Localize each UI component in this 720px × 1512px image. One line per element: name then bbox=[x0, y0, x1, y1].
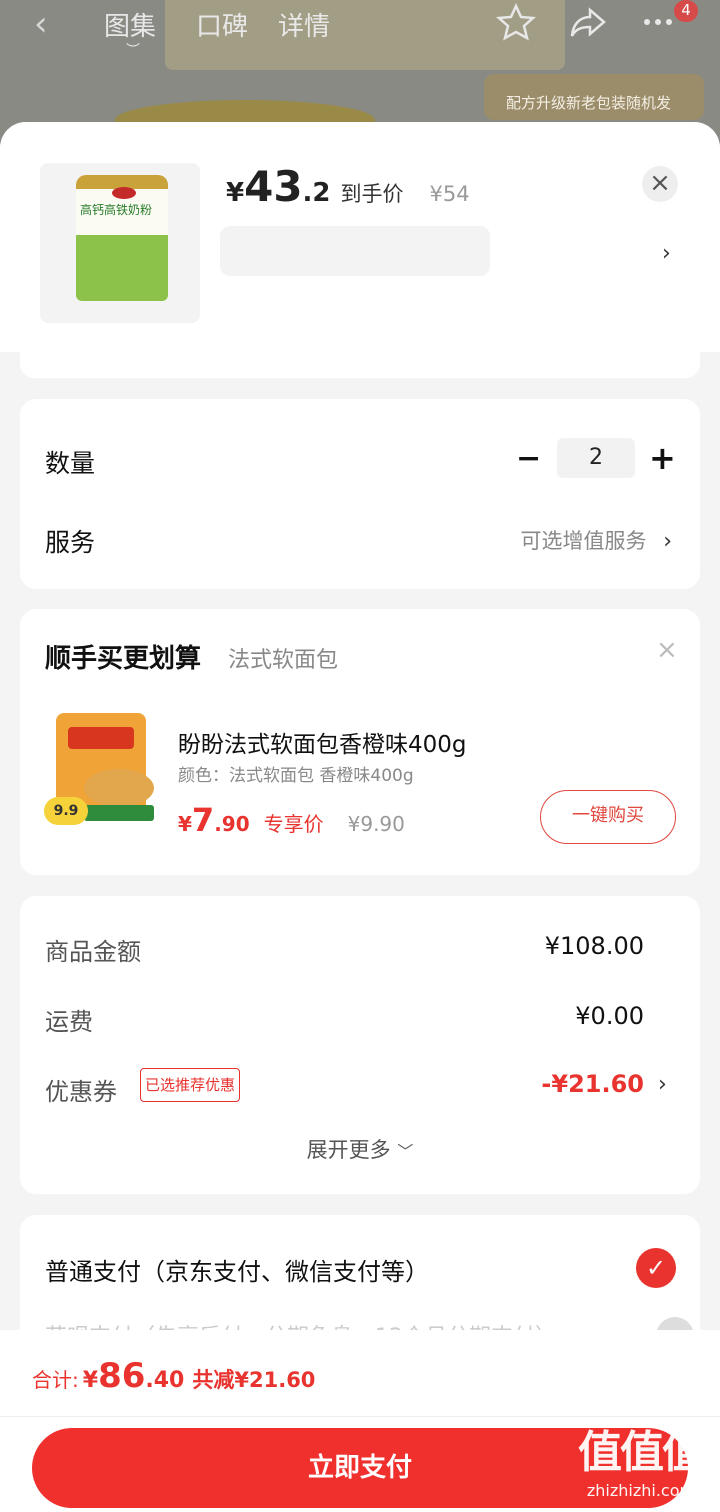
coupon-label: 优惠券 bbox=[45, 1078, 117, 1106]
price-badge: 9.9 bbox=[44, 797, 88, 825]
expand-more-button[interactable]: 展开更多 ﹀ bbox=[20, 1134, 700, 1164]
price-decimal: .2 bbox=[302, 178, 331, 208]
bread-banner bbox=[84, 805, 154, 821]
chevron-down-icon: ﹀ bbox=[397, 1142, 414, 1161]
price-decimal: .90 bbox=[214, 812, 250, 836]
service-value: 可选增值服务 bbox=[520, 529, 647, 553]
price-integer: 43 bbox=[244, 162, 303, 211]
quick-buy-button[interactable]: 一键购买 bbox=[540, 790, 676, 844]
share-icon[interactable] bbox=[568, 2, 608, 42]
bread-label bbox=[68, 727, 134, 749]
price-label: 专享价 bbox=[263, 812, 324, 836]
total-decimal: .40 bbox=[145, 1368, 185, 1393]
quantity-label: 数量 bbox=[45, 449, 96, 478]
tab-gallery[interactable]: 图集 bbox=[104, 6, 156, 43]
price-currency: ¥ bbox=[226, 178, 245, 208]
goods-amount-value: ¥108.00 bbox=[544, 932, 644, 960]
tab-reviews[interactable]: 口碑 bbox=[196, 6, 248, 43]
quantity-plus-button[interactable]: + bbox=[649, 439, 676, 477]
promo-tag: 配方升级新老包装随机发 bbox=[484, 74, 704, 120]
more-icon[interactable] bbox=[638, 2, 678, 42]
brand-logo bbox=[112, 187, 136, 199]
recommend-card: 顺手买更划算 法式软面包 × 9.9 盼盼法式软面包香橙味400g 颜色：法式软… bbox=[20, 609, 700, 875]
recommend-price: ¥ 7 .90 专享价 ¥9.90 bbox=[178, 801, 405, 839]
coupon-tag: 已选推荐优惠 bbox=[140, 1068, 241, 1102]
product-thumbnail[interactable]: 高钙高铁奶粉 bbox=[40, 163, 200, 323]
chevron-right-icon[interactable]: › bbox=[658, 1072, 667, 1097]
freight-label: 运费 bbox=[45, 1008, 93, 1036]
divider bbox=[0, 1416, 720, 1417]
price-integer: 7 bbox=[191, 801, 215, 839]
site-watermark: 值值值 zhizhizhi.com bbox=[566, 1424, 716, 1500]
price-currency: ¥ bbox=[178, 812, 192, 836]
recommend-product-spec: 颜色：法式软面包 香橙味400g bbox=[178, 766, 414, 786]
chevron-right-icon[interactable]: › bbox=[662, 241, 671, 266]
total-currency: ¥ bbox=[82, 1368, 99, 1393]
tab-indicator: ︶ bbox=[126, 43, 140, 59]
expand-more-label: 展开更多 bbox=[306, 1138, 391, 1162]
order-total: 合计: ¥ 86 .40 共减¥21.60 bbox=[32, 1356, 315, 1396]
close-icon[interactable]: × bbox=[656, 635, 678, 665]
original-price: ¥9.90 bbox=[347, 812, 405, 836]
watermark-logo: 值值值 bbox=[578, 1427, 706, 1478]
recommend-title: 顺手买更划算 bbox=[45, 644, 202, 674]
top-nav: ‹ 图集 ︶ 口碑 详情 4 bbox=[0, 0, 720, 59]
back-icon[interactable]: ‹ bbox=[34, 4, 48, 44]
cart-badge: 4 bbox=[674, 0, 698, 22]
bread-loaf bbox=[84, 769, 154, 807]
total-integer: 86 bbox=[98, 1356, 146, 1396]
quantity-input[interactable]: 2 bbox=[557, 438, 635, 478]
total-saved: 共减¥21.60 bbox=[192, 1368, 316, 1392]
quantity-service-card: 数量 − 2 + 服务 可选增值服务 › bbox=[20, 399, 700, 589]
recommend-product-name[interactable]: 盼盼法式软面包香橙味400g bbox=[178, 725, 467, 759]
check-icon[interactable]: ✓ bbox=[636, 1248, 676, 1288]
quantity-minus-button[interactable]: − bbox=[516, 441, 541, 476]
original-price: ¥54 bbox=[429, 182, 470, 206]
bread-product-image[interactable]: 9.9 bbox=[44, 713, 162, 825]
freight-value: ¥0.00 bbox=[575, 1002, 644, 1030]
tab-details[interactable]: 详情 bbox=[278, 6, 330, 43]
coupon-value[interactable]: -¥21.60 bbox=[541, 1070, 644, 1098]
recommend-subtitle: 法式软面包 bbox=[228, 648, 339, 673]
blurred-product-title bbox=[220, 226, 490, 276]
total-label: 合计: bbox=[32, 1368, 79, 1392]
close-icon[interactable]: × bbox=[642, 166, 678, 202]
checkout-sheet: 高钙高铁奶粉 ¥ 43 .2 到手价 ¥54 × › 数量 − 2 + 服务 可… bbox=[0, 122, 720, 1512]
product-price: ¥ 43 .2 到手价 ¥54 bbox=[226, 162, 470, 211]
price-label: 到手价 bbox=[340, 182, 404, 206]
goods-amount-label: 商品金额 bbox=[45, 938, 141, 966]
order-summary-card: 商品金额 ¥108.00 运费 ¥0.00 优惠券 已选推荐优惠 -¥21.60… bbox=[20, 896, 700, 1194]
background-page: ‹ 图集 ︶ 口碑 详情 4 配方升级新老包装随机发 bbox=[0, 0, 720, 140]
watermark-domain: zhizhizhi.com bbox=[586, 1481, 696, 1500]
spec-card-edge bbox=[20, 346, 700, 378]
star-icon[interactable] bbox=[496, 2, 536, 42]
can-label: 高钙高铁奶粉 bbox=[80, 203, 153, 217]
product-header: 高钙高铁奶粉 ¥ 43 .2 到手价 ¥54 × › bbox=[0, 122, 720, 352]
service-selector[interactable]: 可选增值服务 › bbox=[521, 525, 673, 555]
service-label: 服务 bbox=[45, 528, 96, 557]
milk-powder-can: 高钙高铁奶粉 bbox=[76, 175, 168, 301]
payment-option-label[interactable]: 普通支付（京东支付、微信支付等） bbox=[45, 1252, 429, 1287]
chevron-right-icon: › bbox=[663, 529, 672, 554]
